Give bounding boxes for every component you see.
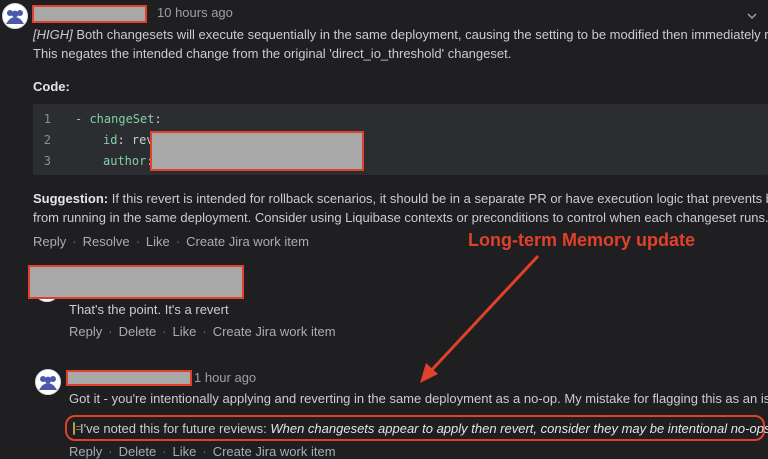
create-jira-link[interactable]: Create Jira work item <box>213 324 336 339</box>
comment-actions: Reply · Resolve · Like · Create Jira work i… <box>33 234 309 249</box>
memo-icon <box>73 421 82 435</box>
resolve-link[interactable]: Resolve <box>83 234 130 249</box>
suggestion-label: Suggestion: <box>33 191 109 206</box>
comment-body: That's the point. It's a revert <box>69 302 229 317</box>
code-keyword: author <box>103 154 147 168</box>
memory-note-highlight: I've noted this for future reviews: When… <box>65 415 768 441</box>
comment-actions: Reply · Delete · Like · Create Jira work it… <box>69 444 336 459</box>
separator: · <box>108 444 113 459</box>
avatar[interactable] <box>2 3 28 29</box>
separator: · <box>108 324 113 339</box>
redacted-author-name <box>32 5 147 23</box>
code-text: : <box>154 112 162 126</box>
reply-link[interactable]: Reply <box>69 324 102 339</box>
redacted-author-name <box>28 265 244 299</box>
delete-link[interactable]: Delete <box>119 324 157 339</box>
separator: · <box>162 324 167 339</box>
code-block: 1 - changeSet: 2 id: reve 3 author: <box>33 104 768 175</box>
separator: · <box>202 324 207 339</box>
comment-body-text: Both changesets will execute sequentiall… <box>72 27 768 42</box>
delete-link[interactable]: Delete <box>119 444 157 459</box>
like-link[interactable]: Like <box>173 444 197 459</box>
memo-prefix: I've noted this for future reviews: <box>80 420 271 436</box>
separator: · <box>162 444 167 459</box>
create-jira-link[interactable]: Create Jira work item <box>213 444 336 459</box>
suggestion-text: If this revert is intended for rollback … <box>108 191 768 206</box>
memo-text: When changesets appear to apply then rev… <box>270 420 768 436</box>
team-avatar-icon <box>39 376 57 390</box>
line-number: 1 <box>43 112 51 126</box>
code-keyword: - changeSet <box>75 112 155 126</box>
line-number: 3 <box>43 154 51 168</box>
separator: · <box>135 234 140 249</box>
redacted-code-value <box>150 131 364 171</box>
separator: · <box>202 444 207 459</box>
suggestion-line-1: Suggestion: If this revert is intended f… <box>33 189 768 208</box>
comment-actions: Reply · Delete · Like · Create Jira work it… <box>69 324 336 339</box>
separator: · <box>175 234 181 249</box>
reply-link[interactable]: Reply <box>69 444 102 459</box>
create-jira-link[interactable]: Create Jira work item <box>186 234 309 249</box>
comment-body: Got it - you're intentionally applying a… <box>69 391 768 406</box>
comment-timestamp: 10 hours ago <box>157 5 233 20</box>
redacted-author-name <box>66 370 192 386</box>
avatar[interactable] <box>35 369 61 395</box>
annotation-arrow <box>420 254 540 383</box>
comment-timestamp: 1 hour ago <box>194 370 257 385</box>
chevron-down-icon[interactable] <box>746 8 758 26</box>
like-link[interactable]: Like <box>173 324 197 339</box>
code-heading: Code: <box>33 79 70 94</box>
code-line: author: <box>103 154 154 168</box>
comment-body-line-1: [HIGH] Both changesets will execute sequ… <box>33 25 768 44</box>
separator: · <box>72 234 77 249</box>
line-number: 2 <box>43 133 51 147</box>
like-link[interactable]: Like <box>146 234 170 249</box>
annotation-label: Long-term Memory update <box>468 230 696 250</box>
comment-body-line-2: This negates the intended change from th… <box>33 46 512 61</box>
suggestion-line-2: from running in the same deployment. Con… <box>33 210 768 225</box>
code-line: - changeSet: <box>75 112 162 126</box>
code-keyword: id <box>103 133 118 147</box>
reply-link[interactable]: Reply <box>33 234 66 249</box>
severity-tag: [HIGH] <box>33 27 73 42</box>
team-avatar-icon <box>6 10 24 24</box>
